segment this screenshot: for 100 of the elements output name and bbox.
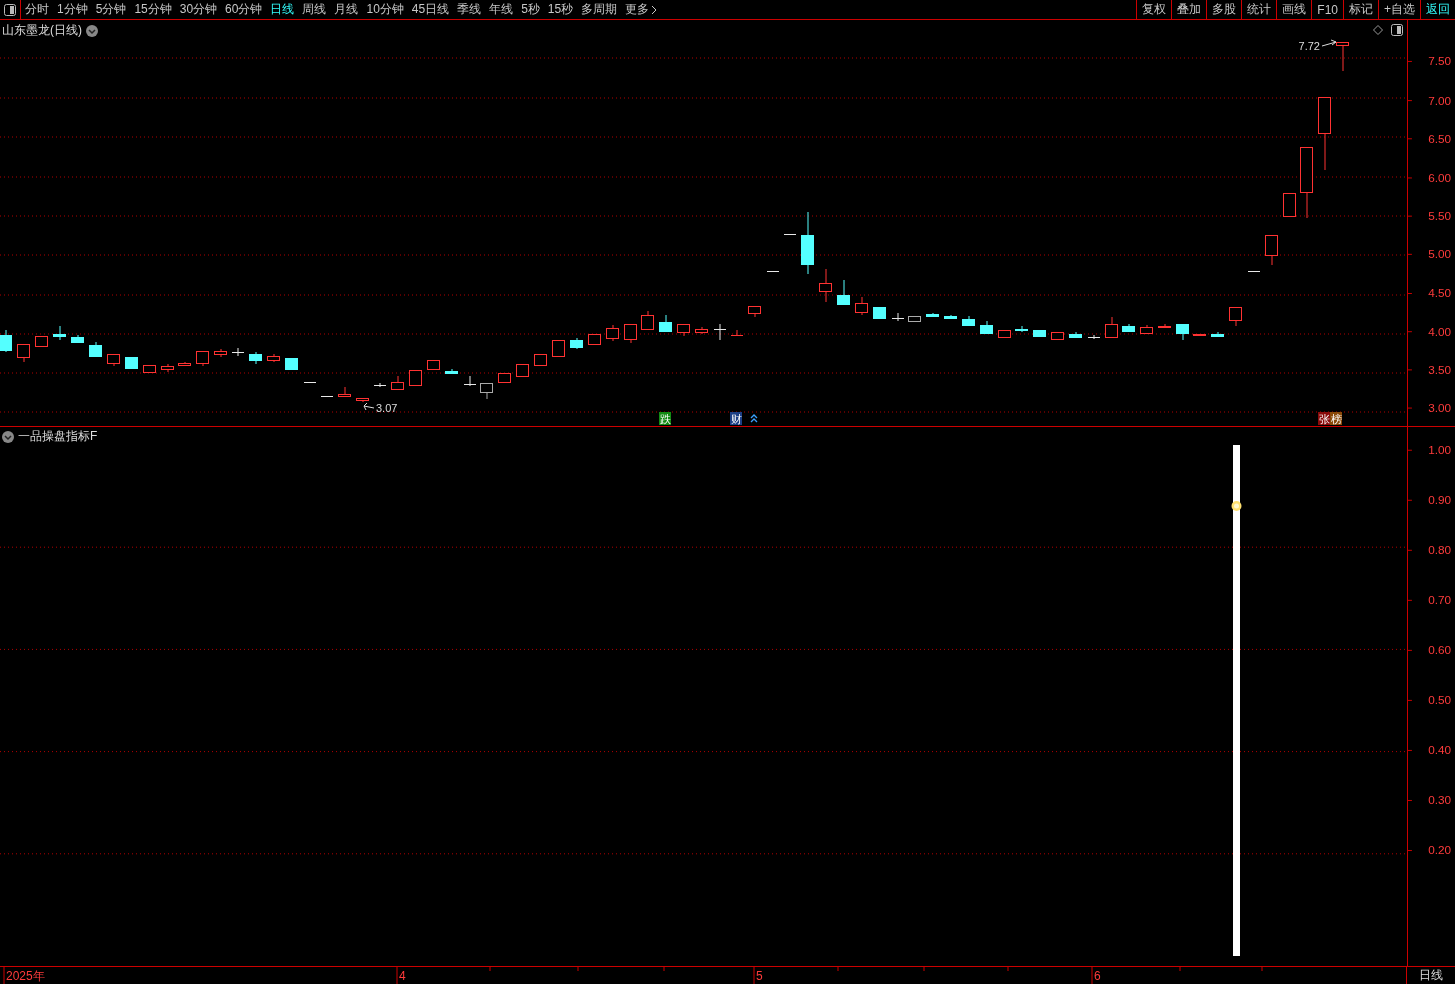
indicator-axis-label: 0.20	[1428, 843, 1452, 857]
candlestick	[516, 363, 529, 377]
time-axis-label: 2025年	[6, 969, 45, 983]
price-axis-label: 4.00	[1428, 324, 1452, 338]
candlestick	[125, 356, 138, 369]
candlestick	[71, 334, 84, 344]
candlestick	[1336, 41, 1349, 72]
tool-button[interactable]: 复权	[1136, 0, 1172, 19]
period-tab[interactable]: 5分钟	[91, 0, 131, 19]
candlestick	[196, 350, 209, 367]
candlestick	[980, 320, 993, 334]
price-axis-label: 4.50	[1428, 286, 1452, 300]
period-tab[interactable]: 分时	[21, 0, 53, 19]
period-tab[interactable]: 15分钟	[130, 0, 176, 19]
candlestick	[677, 323, 690, 337]
candlestick	[837, 279, 850, 305]
leader-line	[363, 402, 375, 411]
chevron-down-icon[interactable]	[86, 24, 98, 37]
candlestick	[320, 396, 334, 397]
time-axis-label: 5	[756, 969, 763, 983]
period-tab[interactable]: 日线	[266, 0, 299, 19]
panel-toggle-icon[interactable]	[1391, 24, 1403, 36]
period-tab[interactable]: 多周期	[577, 0, 622, 19]
candlestick	[534, 353, 547, 366]
double-up-arrow-icon	[750, 414, 758, 423]
candlestick	[1087, 334, 1101, 340]
candlestick	[1069, 331, 1082, 339]
leader-line	[1321, 39, 1337, 47]
event-tag[interactable]: 张	[1318, 412, 1330, 425]
candlestick	[641, 310, 654, 330]
candlestick	[606, 324, 619, 342]
candlestick	[873, 306, 886, 319]
candlestick	[143, 364, 156, 373]
candlestick	[267, 353, 280, 363]
candlestick	[748, 305, 761, 318]
tool-button[interactable]: 多股	[1206, 0, 1242, 19]
candlestick	[409, 369, 422, 386]
price-axis-label: 7.50	[1428, 54, 1452, 68]
tool-button[interactable]: 统计	[1241, 0, 1277, 19]
candlestick	[35, 335, 48, 347]
period-tab[interactable]: 更多	[621, 0, 662, 19]
candlestick	[303, 382, 317, 383]
indicator-axis-label: 0.90	[1428, 493, 1452, 507]
event-tag[interactable]: 财	[730, 412, 742, 425]
candlestick	[1211, 331, 1224, 338]
candlestick	[161, 363, 174, 373]
candlestick	[1265, 234, 1278, 266]
candlestick	[480, 382, 493, 400]
price-axis-label: 7.00	[1428, 93, 1452, 107]
period-tab[interactable]: 45日线	[407, 0, 454, 19]
tool-button[interactable]: 标记	[1343, 0, 1378, 19]
candlestick	[338, 386, 351, 397]
candlestick	[356, 397, 369, 403]
tool-button[interactable]: 画线	[1276, 0, 1312, 19]
time-axis-label: 4	[399, 969, 406, 983]
candlestick	[998, 329, 1011, 338]
indicator-axis-label: 0.30	[1428, 793, 1452, 807]
candlestick	[89, 341, 102, 357]
price-axis-label: 5.50	[1428, 209, 1452, 223]
candlestick	[1015, 325, 1028, 333]
candlestick	[588, 333, 601, 345]
candlestick	[801, 211, 814, 275]
period-tab[interactable]: 1分钟	[53, 0, 92, 19]
candlestick	[891, 312, 905, 322]
indicator-title: 一品操盘指标F	[18, 428, 98, 445]
high-price-label: 7.72	[1298, 40, 1320, 52]
candlestick	[17, 343, 30, 363]
period-tab[interactable]: 5秒	[517, 0, 544, 19]
candlestick	[659, 314, 672, 332]
tool-button[interactable]: 叠加	[1171, 0, 1207, 19]
period-tab[interactable]: 60分钟	[221, 0, 267, 19]
candlestick	[1247, 271, 1261, 272]
candlestick	[373, 382, 387, 388]
event-tag[interactable]: 榜	[1330, 412, 1342, 425]
period-tab[interactable]: 30分钟	[175, 0, 222, 19]
candlestick	[285, 357, 298, 370]
event-tag[interactable]: 跌	[659, 412, 671, 425]
period-tab[interactable]: 10分钟	[362, 0, 408, 19]
candlestick	[1033, 329, 1046, 337]
candlestick	[855, 296, 868, 316]
period-tab[interactable]: 15秒	[543, 0, 578, 19]
low-price-label: 3.07	[376, 402, 398, 414]
candlestick	[1105, 316, 1118, 338]
period-tab[interactable]: 季线	[453, 0, 486, 19]
candlestick	[427, 359, 440, 370]
tool-button[interactable]: 返回	[1420, 0, 1455, 19]
chevron-right-icon	[651, 4, 658, 15]
candlestick	[53, 325, 66, 341]
tool-button[interactable]: F10	[1311, 0, 1343, 19]
period-tab[interactable]: 年线	[485, 0, 518, 19]
period-tab[interactable]: 周线	[298, 0, 331, 19]
panel-toggle-icon[interactable]	[4, 3, 16, 16]
candlestick	[819, 268, 832, 303]
period-tab[interactable]: 月线	[330, 0, 363, 19]
tool-button[interactable]: +自选	[1378, 0, 1420, 19]
candlestick	[498, 372, 511, 383]
period-label: 日线	[1419, 967, 1443, 984]
indicator-axis-label: 0.60	[1428, 643, 1452, 657]
candlestick	[0, 329, 12, 353]
chevron-down-icon[interactable]	[2, 430, 14, 443]
